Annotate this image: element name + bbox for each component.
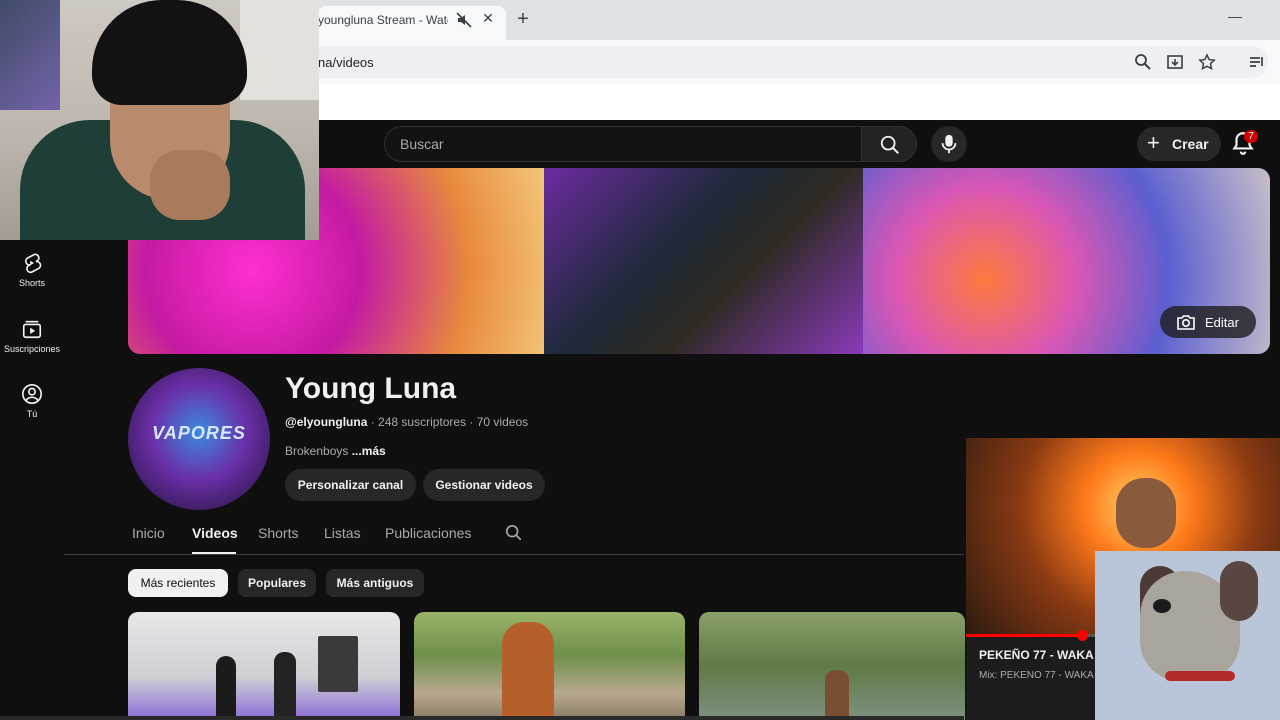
create-button-label: Crear	[1172, 136, 1209, 152]
you-icon	[22, 384, 42, 404]
channel-stats: · 248 suscriptores · 70 videos	[367, 415, 529, 429]
plus-icon: +	[1147, 130, 1160, 155]
microphone-icon	[941, 134, 957, 154]
dog-nose	[1153, 599, 1171, 613]
webcam-background-object	[0, 0, 60, 110]
person-figure	[502, 622, 554, 720]
tab-shorts[interactable]: Shorts	[258, 525, 298, 541]
streamer-hand	[150, 150, 230, 220]
edit-banner-button[interactable]: Editar	[1160, 306, 1256, 338]
mini-player-progress-fill	[966, 634, 1082, 637]
mini-player-subtitle: Mix: PEKEÑO 77 - WAKA	[979, 670, 1094, 681]
camera-icon	[1177, 315, 1195, 330]
avatar-logo-text: VAPORES	[152, 423, 246, 443]
mini-player-title[interactable]: PEKEÑO 77 - WAKA W	[979, 648, 1099, 662]
sidebar-item-you[interactable]: Tú	[0, 383, 64, 419]
video-thumbnail[interactable]	[414, 612, 685, 720]
tab-playlists[interactable]: Listas	[324, 525, 361, 541]
more-link[interactable]: ...más	[352, 444, 386, 458]
sidebar-item-label: Shorts	[18, 278, 45, 288]
webcam-overlay	[0, 0, 319, 240]
sidebar-item-label: Suscripciones	[3, 344, 61, 354]
video-thumbnail[interactable]	[128, 612, 400, 720]
page-bottom-edge	[0, 716, 964, 720]
person-figure	[216, 656, 236, 720]
search-button[interactable]	[861, 126, 917, 162]
channel-search-icon[interactable]	[505, 524, 523, 542]
channel-handle: @elyoungluna	[285, 415, 368, 429]
manage-videos-button[interactable]: Gestionar videos	[423, 469, 545, 501]
video-thumbnail[interactable]	[699, 612, 965, 720]
person-figure	[825, 670, 849, 720]
zoom-icon[interactable]	[1134, 53, 1152, 71]
filter-chip-popular[interactable]: Populares	[238, 569, 316, 597]
edit-banner-label: Editar	[1205, 315, 1239, 330]
channel-avatar[interactable]: VAPORES	[128, 368, 270, 510]
new-tab-icon[interactable]: +	[514, 8, 532, 30]
banner-image-center	[544, 168, 863, 354]
search-input[interactable]	[400, 134, 840, 154]
browser-tab-title[interactable]: youngluna Stream - Watc	[318, 13, 448, 27]
filter-chip-latest[interactable]: Más recientes	[128, 569, 228, 597]
close-tab-icon[interactable]: ✕	[481, 10, 495, 27]
sidebar-item-subscriptions[interactable]: Suscripciones	[0, 318, 64, 354]
tv-screen	[318, 636, 358, 692]
subscriptions-icon	[22, 320, 42, 339]
shorts-icon	[25, 253, 42, 274]
sidebar-item-shorts[interactable]: Shorts	[0, 252, 64, 288]
muted-speaker-icon[interactable]	[456, 12, 472, 28]
bookmark-star-icon[interactable]	[1198, 53, 1216, 71]
search-icon	[880, 135, 899, 154]
person-figure	[274, 652, 296, 720]
person-figure	[1116, 478, 1176, 548]
install-app-icon[interactable]	[1166, 53, 1184, 71]
tabs-divider	[64, 554, 964, 555]
tab-videos[interactable]: Videos	[192, 525, 238, 541]
dog-ear	[1220, 561, 1258, 621]
minimize-window-icon[interactable]: —	[1228, 8, 1242, 24]
tab-home[interactable]: Inicio	[132, 525, 165, 541]
create-button[interactable]: + Crear	[1137, 127, 1221, 161]
streamer-hair	[92, 0, 247, 105]
dog-collar	[1165, 671, 1235, 681]
reading-list-icon[interactable]	[1248, 53, 1266, 71]
channel-name: Young Luna	[285, 372, 457, 405]
filter-chip-oldest[interactable]: Más antiguos	[326, 569, 424, 597]
notifications-count-badge: 7	[1244, 130, 1258, 143]
voice-search-button[interactable]	[931, 126, 967, 162]
cartoon-dog-overlay	[1095, 551, 1280, 720]
channel-meta: @elyoungluna · 248 suscriptores · 70 vid…	[285, 415, 528, 429]
tab-posts[interactable]: Publicaciones	[385, 525, 471, 541]
channel-description[interactable]: Brokenboys ...más	[285, 444, 386, 458]
webcam-background-drawer	[240, 0, 319, 100]
mini-player-scrubber[interactable]	[1077, 630, 1088, 641]
channel-description-text: Brokenboys	[285, 444, 352, 458]
sidebar-item-label: Tú	[26, 409, 38, 419]
customize-channel-button[interactable]: Personalizar canal	[285, 469, 416, 501]
address-bar[interactable]	[300, 46, 1268, 78]
address-bar-url[interactable]: na/videos	[318, 55, 374, 70]
